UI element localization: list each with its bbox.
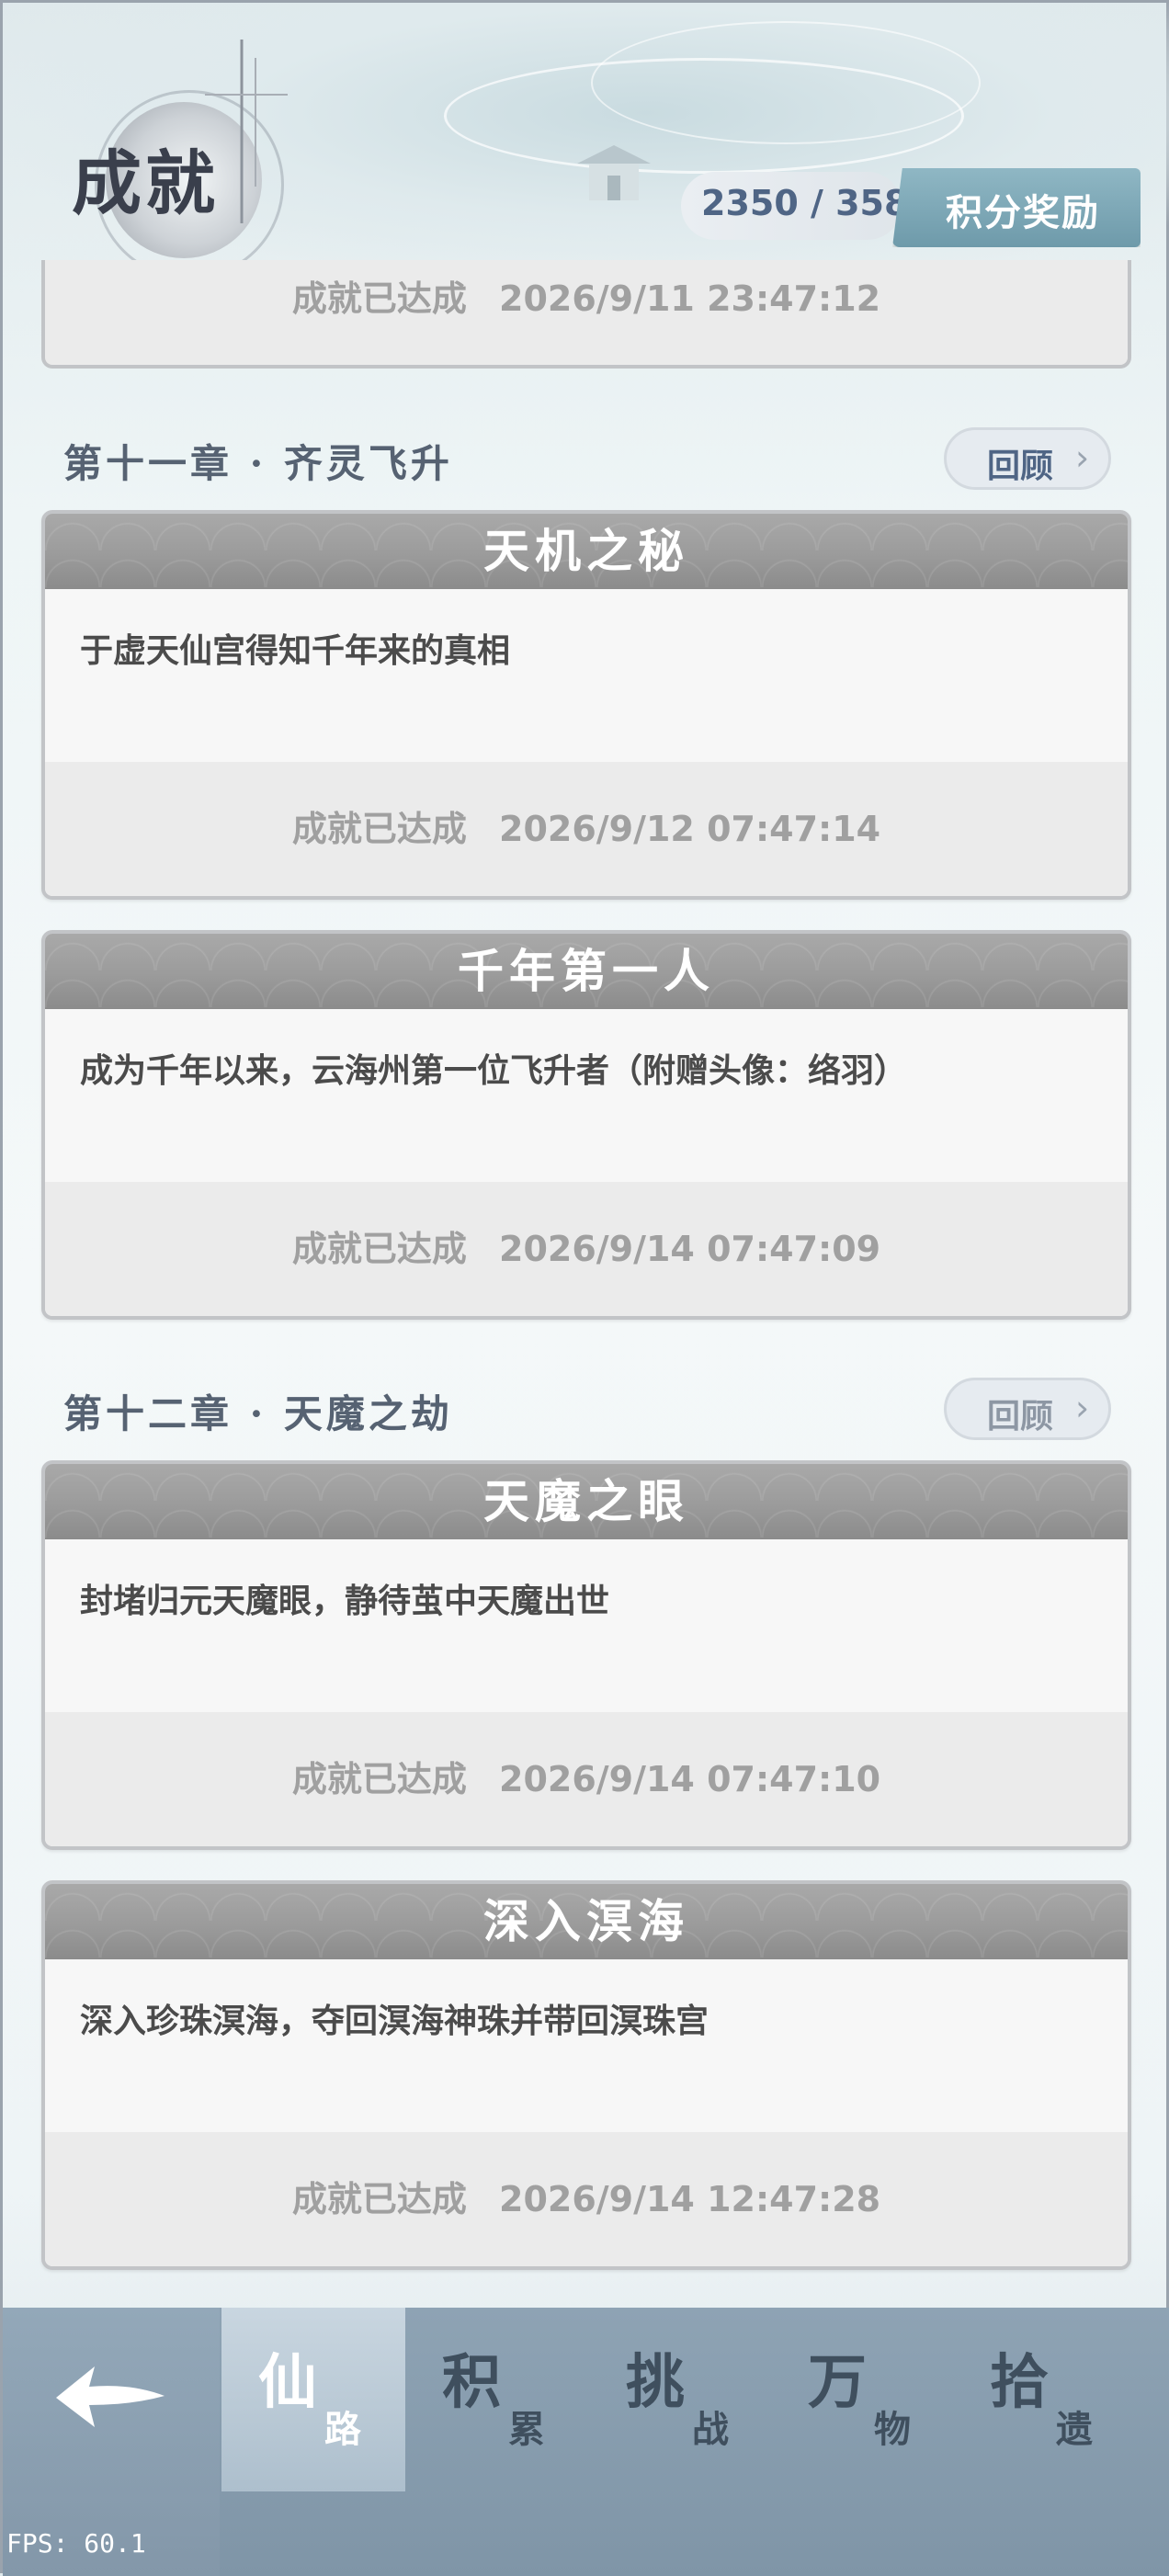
achievement-time: 2026/9/14 12:47:28: [499, 2179, 881, 2219]
nav-tab-sub-label: 路: [324, 2408, 361, 2451]
achievement-card: 千年第一人 成为千年以来，云海州第一位飞升者（附赠头像：络羽） 成就已达成 20…: [41, 930, 1131, 1320]
nav-tab-xianlu[interactable]: 仙 路: [221, 2308, 405, 2491]
nav-tab-sub-label: 战: [692, 2408, 729, 2451]
achievement-time: 2026/9/14 07:47:10: [499, 1759, 881, 1799]
nav-tab-sub-label: 累: [508, 2408, 545, 2451]
achievement-card-body: 封堵归元天魔眼，静待茧中天魔出世: [45, 1539, 1128, 1712]
pavilion-icon: [577, 145, 651, 200]
achievement-time: 2026/9/14 07:47:09: [499, 1229, 881, 1269]
achievement-title: 千年第一人: [458, 944, 715, 998]
chapter-title: 第十二章 · 天魔之劫: [63, 1391, 453, 1436]
achievement-card-footer: 成就已达成 2026/9/12 07:47:14: [45, 762, 1128, 896]
achievement-card: 天机之秘 于虚天仙宫得知千年来的真相 成就已达成 2026/9/12 07:47…: [41, 510, 1131, 900]
achievement-card-footer: 成就已达成 2026/9/14 07:47:10: [45, 1712, 1128, 1846]
review-button[interactable]: 回顾 ›: [944, 427, 1111, 490]
review-label: 回顾: [987, 448, 1054, 485]
nav-tab-sub-label: 遗: [1056, 2408, 1093, 2451]
nav-tab-wanwu[interactable]: 万 物: [771, 2308, 955, 2491]
achievement-card-partial: 成就已达成 2026/9/11 23:47:12: [41, 260, 1131, 369]
chevron-right-icon: ›: [1075, 437, 1090, 478]
nav-tab-shiyi[interactable]: 拾 遗: [953, 2308, 1137, 2491]
bottom-nav: 仙 路 积 累 挑 战 万 物 拾 遗: [3, 2308, 1169, 2576]
nav-tab-main-label: 积: [442, 2348, 501, 2417]
achievement-time: 2026/9/11 23:47:12: [499, 278, 881, 319]
fps-counter: FPS: 60.1: [6, 2528, 146, 2559]
achievement-description: 深入珍珠溟海，夺回溟海神珠并带回溟珠宫: [80, 2003, 709, 2040]
achievement-card-header: 深入溟海: [45, 1884, 1128, 1959]
review-button[interactable]: 回顾 ›: [944, 1378, 1111, 1440]
points-reward-label[interactable]: 积分奖励: [946, 183, 1100, 236]
achievement-title: 天魔之眼: [483, 1474, 689, 1528]
achievement-card-body: 深入珍珠溟海，夺回溟海神珠并带回溟珠宫: [45, 1959, 1128, 2132]
achievement-card-header: 天魔之眼: [45, 1464, 1128, 1539]
nav-tab-jilei[interactable]: 积 累: [405, 2308, 589, 2491]
achievement-description: 于虚天仙宫得知千年来的真相: [80, 632, 511, 670]
nav-tab-tiaozhan[interactable]: 挑 战: [589, 2308, 773, 2491]
achievement-title: 深入溟海: [483, 1894, 689, 1948]
achievement-description: 封堵归元天魔眼，静待茧中天魔出世: [80, 1583, 610, 1620]
achievement-status: 成就已达成: [291, 809, 467, 849]
achievement-status: 成就已达成: [291, 1229, 467, 1269]
nav-tab-main-label: 挑: [626, 2348, 685, 2417]
achievement-card-header: 千年第一人: [45, 934, 1128, 1009]
achievement-status: 成就已达成: [291, 278, 467, 319]
achievement-status: 成就已达成: [291, 2179, 467, 2219]
review-label: 回顾: [987, 1398, 1054, 1436]
achievement-description: 成为千年以来，云海州第一位飞升者（附赠头像：络羽）: [80, 1052, 908, 1090]
achievement-card-header: 天机之秘: [45, 514, 1128, 589]
nav-tab-main-label: 仙: [258, 2348, 317, 2417]
achievement-title: 天机之秘: [483, 524, 689, 578]
achievement-card: 深入溟海 深入珍珠溟海，夺回溟海神珠并带回溟珠宫 成就已达成 2026/9/14…: [41, 1880, 1131, 2270]
achievement-time: 2026/9/12 07:47:14: [499, 809, 881, 849]
chevron-right-icon: ›: [1075, 1388, 1090, 1428]
achievement-card: 天魔之眼 封堵归元天魔眼，静待茧中天魔出世 成就已达成 2026/9/14 07…: [41, 1460, 1131, 1850]
nav-tab-sub-label: 物: [874, 2408, 911, 2451]
achievement-card-footer: 成就已达成 2026/9/14 12:47:28: [45, 2132, 1128, 2266]
header: 成就 2350 / 3580 积分奖励: [3, 3, 1169, 279]
achievement-status: 成就已达成: [291, 1759, 467, 1799]
cloud-decoration: [591, 21, 981, 144]
achievement-card-body: 成为千年以来，云海州第一位飞升者（附赠头像：络羽）: [45, 1009, 1128, 1182]
chapter-title: 第十一章 · 齐灵飞升: [63, 441, 453, 486]
arrow-left-icon: [56, 2366, 165, 2427]
page-title: 成就: [72, 142, 219, 224]
achievement-card-body: 于虚天仙宫得知千年来的真相: [45, 589, 1128, 762]
achievement-card-footer: 成就已达成 2026/9/14 07:47:09: [45, 1182, 1128, 1316]
nav-tab-main-label: 拾: [990, 2348, 1049, 2417]
nav-tab-main-label: 万: [808, 2348, 867, 2417]
